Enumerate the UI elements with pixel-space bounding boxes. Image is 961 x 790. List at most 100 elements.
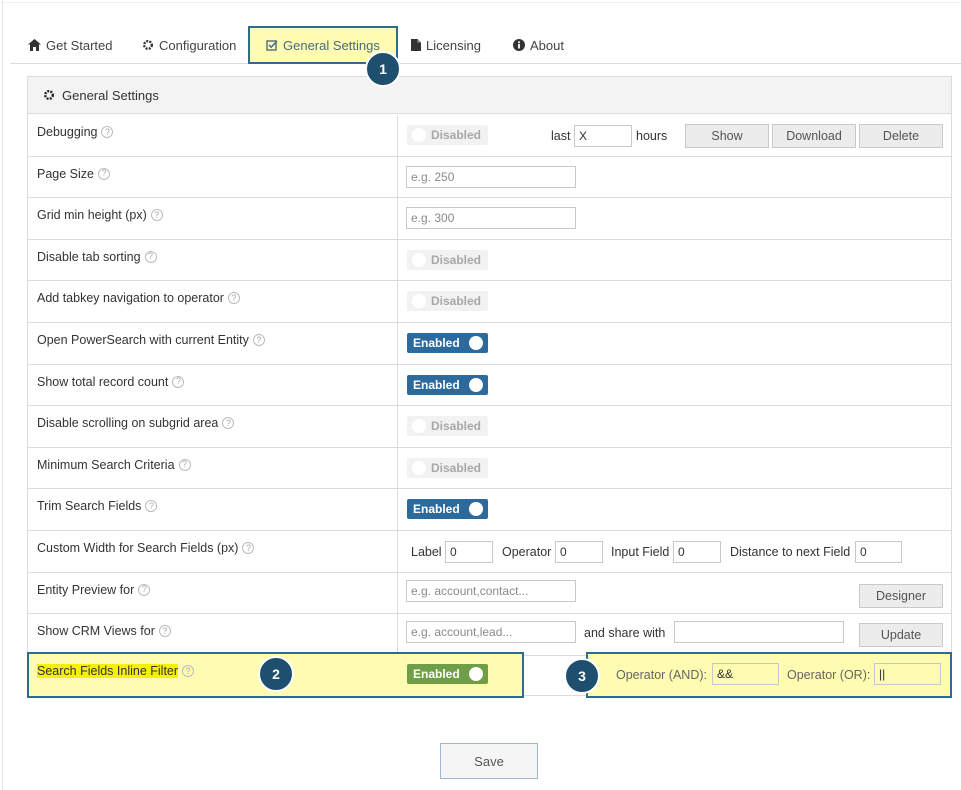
row-label: Disable tab sorting? (37, 250, 157, 264)
row-value: Disabled (398, 448, 951, 489)
disable-tab-sorting-toggle[interactable]: Disabled (407, 249, 488, 270)
operator-width-input[interactable] (555, 541, 603, 563)
operator-or-input[interactable] (874, 663, 941, 685)
window-top-border (0, 2, 961, 3)
width-operator-label: Operator (502, 545, 552, 559)
toggle-knob (412, 128, 426, 142)
grid-min-height-input[interactable] (406, 207, 576, 230)
row-label: Disable scrolling on subgrid area? (37, 416, 235, 430)
min-search-criteria-toggle[interactable]: Disabled (407, 457, 488, 478)
help-icon[interactable]: ? (178, 458, 191, 471)
tab-configuration[interactable]: Configuration (142, 26, 236, 64)
save-button[interactable]: Save (440, 743, 538, 779)
row-label: Open PowerSearch with current Entity? (37, 333, 265, 347)
row-label: Entity Preview for? (37, 583, 151, 597)
toggle-knob (412, 460, 426, 475)
open-powersearch-toggle[interactable]: Enabled (407, 333, 488, 353)
row-tabkey-navigation: Add tabkey navigation to operator? Disab… (28, 281, 951, 323)
callout-badge-3: 3 (564, 658, 600, 694)
help-icon[interactable]: ? (97, 167, 110, 180)
operator-and-input[interactable] (712, 663, 779, 685)
help-icon[interactable]: ? (222, 417, 235, 430)
help-icon[interactable]: ? (227, 292, 240, 305)
row-disable-scrolling: Disable scrolling on subgrid area? Disab… (28, 406, 951, 448)
tab-bar: Get Started Configuration General Settin… (10, 26, 961, 64)
help-icon[interactable]: ? (172, 375, 185, 388)
document-icon (411, 39, 421, 51)
trim-search-fields-toggle[interactable]: Enabled (407, 499, 488, 520)
row-page-size: Page Size? (28, 156, 951, 199)
row-value: Disabled last hours Show Download Delete (398, 115, 951, 156)
row-grid-min-height: Grid min height (px)? (28, 198, 951, 240)
tab-about[interactable]: About (513, 26, 564, 64)
window-left-border (2, 0, 3, 790)
help-icon[interactable]: ? (145, 500, 158, 513)
tab-label: Licensing (426, 37, 481, 53)
toggle-knob (469, 336, 483, 350)
help-icon[interactable]: ? (158, 625, 171, 638)
row-crm-views: Show CRM Views for? and share with Updat… (28, 614, 951, 656)
row-value (398, 198, 951, 239)
download-button[interactable]: Download (772, 124, 856, 148)
row-value: Enabled (398, 365, 951, 406)
disable-scrolling-toggle[interactable]: Disabled (407, 416, 488, 437)
row-label: Trim Search Fields? (37, 499, 158, 513)
general-settings-panel: General Settings Debugging? Disabled las… (27, 76, 952, 696)
share-with-input[interactable] (674, 621, 844, 644)
hours-label: hours (636, 129, 668, 143)
help-icon[interactable]: ? (144, 250, 157, 263)
update-button[interactable]: Update (859, 623, 943, 648)
width-input-field-label: Input Field (611, 545, 670, 559)
row-total-record-count: Show total record count? Enabled (28, 364, 951, 407)
page-size-input[interactable] (406, 165, 576, 188)
edit-check-icon (266, 40, 278, 51)
tab-get-started[interactable]: Get Started (28, 26, 112, 64)
panel-header: General Settings (28, 77, 951, 114)
row-debugging: Debugging? Disabled last hours Show Down… (28, 115, 951, 157)
delete-button[interactable]: Delete (859, 124, 943, 148)
distance-width-input[interactable] (855, 541, 902, 563)
gear-icon (143, 40, 153, 50)
row-label: Search Fields Inline Filter? (37, 664, 195, 678)
callout-badge-1: 1 (365, 51, 401, 87)
row-label: Show CRM Views for? (37, 624, 171, 638)
last-label: last (551, 129, 571, 143)
tab-label: Configuration (159, 37, 237, 53)
row-trim-search-fields: Trim Search Fields? Enabled (28, 489, 951, 531)
inline-filter-toggle[interactable]: Enabled (407, 664, 488, 684)
row-label: Page Size? (37, 167, 110, 181)
row-value: Disabled (398, 281, 951, 322)
crm-views-input[interactable] (406, 621, 576, 644)
designer-button[interactable]: Designer (859, 583, 943, 608)
toggle-knob (469, 502, 483, 517)
row-value (398, 157, 951, 198)
input-field-width-input[interactable] (673, 541, 721, 563)
tab-licensing[interactable]: Licensing (411, 26, 481, 64)
total-record-count-toggle[interactable]: Enabled (407, 374, 488, 395)
row-custom-width: Custom Width for Search Fields (px)? Lab… (28, 531, 951, 573)
tab-label: About (530, 37, 564, 53)
row-value: Designer (398, 573, 951, 614)
help-icon[interactable]: ? (150, 209, 163, 222)
last-hours-input[interactable] (574, 125, 632, 147)
tabkey-navigation-toggle[interactable]: Disabled (407, 291, 488, 312)
row-value: Enabled (398, 489, 951, 530)
row-label: Debugging? (37, 125, 114, 139)
panel-title: General Settings (62, 87, 159, 103)
debugging-toggle[interactable]: Disabled (407, 125, 488, 145)
row-label: Grid min height (px)? (37, 208, 163, 222)
help-icon[interactable]: ? (182, 665, 195, 677)
operators-highlight: Operator (AND): Operator (OR): (586, 652, 952, 698)
help-icon[interactable]: ? (252, 334, 265, 346)
help-icon[interactable]: ? (101, 126, 114, 138)
row-value: and share with Update (398, 614, 951, 655)
show-button[interactable]: Show (685, 124, 769, 148)
entity-preview-input[interactable] (406, 579, 576, 602)
callout-badge-2: 2 (258, 656, 294, 692)
label-width-input[interactable] (445, 541, 493, 563)
help-icon[interactable]: ? (138, 583, 151, 596)
gear-icon (44, 90, 54, 100)
info-icon (513, 39, 525, 51)
row-entity-preview: Entity Preview for? Designer (28, 572, 951, 615)
help-icon[interactable]: ? (242, 542, 255, 554)
